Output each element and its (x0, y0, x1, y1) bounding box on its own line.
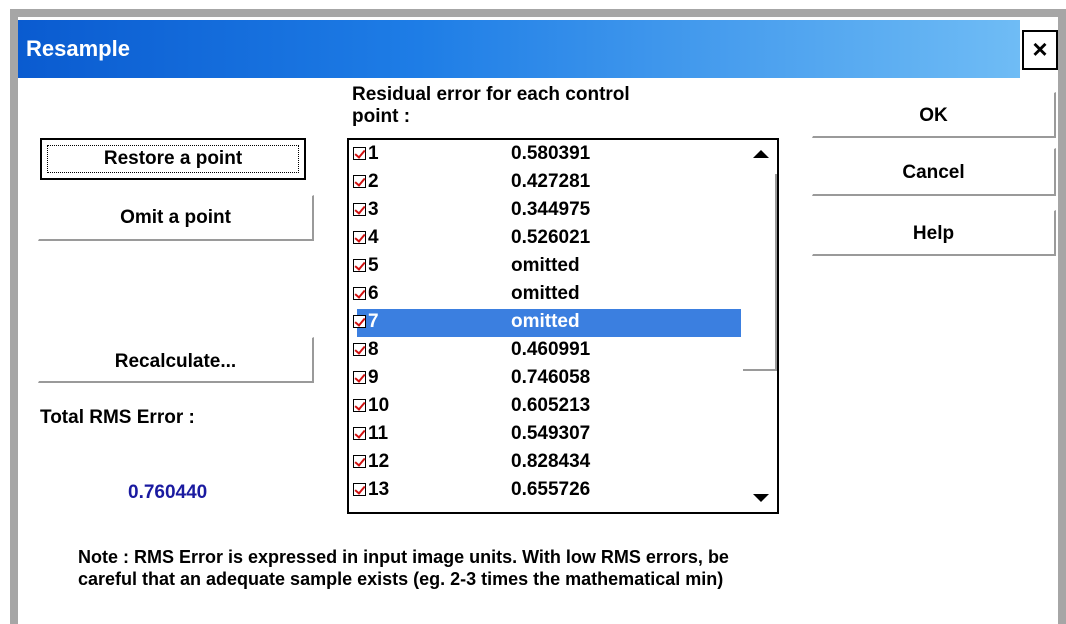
window-frame-top (10, 9, 1066, 17)
residual-value: 0.460991 (511, 339, 591, 360)
residual-value: 0.427281 (511, 171, 591, 192)
residual-value: 0.549307 (511, 423, 591, 444)
point-number: 4 (368, 227, 379, 248)
residual-value: omitted (511, 255, 580, 276)
rms-note: Note : RMS Error is expressed in input i… (78, 546, 729, 590)
help-label: Help (912, 223, 955, 244)
checkbox-icon[interactable] (353, 371, 366, 384)
residual-value: 0.580391 (511, 143, 591, 164)
list-item[interactable]: 5 omitted (351, 253, 741, 281)
list-item[interactable]: 9 0.746058 (351, 365, 741, 393)
residual-listbox[interactable]: 1 0.580391 2 0.427281 3 0.344975 4 0.526021 5 omi… (347, 138, 779, 514)
residual-value: 0.605213 (511, 395, 591, 416)
list-item[interactable]: 10 0.605213 (351, 393, 741, 421)
list-item[interactable]: 7 omitted (351, 309, 741, 337)
note-line1: Note : RMS Error is expressed in input i… (78, 547, 729, 567)
ok-label: OK (919, 105, 948, 126)
ok-button[interactable]: OK (812, 92, 1056, 138)
residual-value: 0.344975 (511, 199, 591, 220)
list-item[interactable]: 2 0.427281 (351, 169, 741, 197)
residual-label: Residual error for each control point : (352, 84, 630, 128)
arrow-down-icon (753, 494, 769, 502)
list-item[interactable]: 6 omitted (351, 281, 741, 309)
checkbox-icon[interactable] (353, 343, 366, 356)
residual-value: 0.655726 (511, 479, 591, 500)
checkbox-icon[interactable] (353, 315, 366, 328)
point-number: 10 (368, 395, 390, 416)
checkbox-icon[interactable] (353, 259, 366, 272)
residual-value: 0.526021 (511, 227, 591, 248)
checkbox-icon[interactable] (353, 175, 366, 188)
cancel-button[interactable]: Cancel (812, 148, 1056, 196)
checkbox-icon[interactable] (353, 483, 366, 496)
point-number: 5 (368, 255, 379, 276)
listbox-scrollbar[interactable] (743, 140, 777, 512)
residual-value: 0.746058 (511, 367, 591, 388)
point-number: 8 (368, 339, 379, 360)
point-number: 6 (368, 283, 379, 304)
scroll-up-button[interactable] (743, 140, 777, 172)
list-item[interactable]: 4 0.526021 (351, 225, 741, 253)
note-line2: careful that an adequate sample exists (… (78, 569, 724, 589)
total-rms-value: 0.760440 (128, 482, 208, 503)
list-item[interactable]: 11 0.549307 (351, 421, 741, 449)
list-item[interactable]: 13 0.655726 (351, 477, 741, 505)
checkbox-icon[interactable] (353, 427, 366, 440)
omit-point-label: Omit a point (120, 207, 231, 228)
point-number: 2 (368, 171, 379, 192)
list-item[interactable]: 12 0.828434 (351, 449, 741, 477)
restore-point-button[interactable]: Restore a point (40, 138, 306, 180)
checkbox-icon[interactable] (353, 147, 366, 160)
cancel-label: Cancel (902, 162, 965, 183)
checkbox-icon[interactable] (353, 399, 366, 412)
total-rms-label: Total RMS Error : (40, 407, 195, 428)
title-bar: Resample × (18, 20, 1058, 78)
omit-point-button[interactable]: Omit a point (38, 195, 314, 241)
point-number: 11 (368, 423, 389, 444)
focus-rectangle (47, 145, 299, 173)
window-title: Resample (26, 36, 130, 61)
arrow-up-icon (753, 150, 769, 158)
list-item[interactable]: 3 0.344975 (351, 197, 741, 225)
checkbox-icon[interactable] (353, 455, 366, 468)
recalculate-button[interactable]: Recalculate... (38, 337, 314, 383)
checkbox-icon[interactable] (353, 287, 366, 300)
residual-value: omitted (511, 311, 580, 332)
help-button[interactable]: Help (812, 210, 1056, 256)
checkbox-icon[interactable] (353, 231, 366, 244)
recalculate-label: Recalculate... (114, 351, 237, 372)
checkbox-icon[interactable] (353, 203, 366, 216)
point-number: 13 (368, 479, 390, 500)
residual-value: 0.828434 (511, 451, 591, 472)
close-icon[interactable]: × (1022, 30, 1058, 70)
residual-label-line2: point : (352, 106, 411, 127)
point-number: 1 (368, 143, 379, 164)
window-frame-right (1058, 9, 1066, 624)
window-frame-left (10, 9, 18, 624)
scroll-thumb[interactable] (743, 174, 777, 371)
list-item[interactable]: 1 0.580391 (351, 141, 741, 169)
point-number: 7 (368, 311, 379, 332)
scroll-down-button[interactable] (743, 480, 777, 512)
title-bar-background (18, 20, 1020, 78)
point-number: 3 (368, 199, 379, 220)
point-number: 9 (368, 367, 379, 388)
list-item[interactable]: 8 0.460991 (351, 337, 741, 365)
point-number: 12 (368, 451, 390, 472)
residual-label-line1: Residual error for each control (352, 84, 630, 105)
residual-value: omitted (511, 283, 580, 304)
